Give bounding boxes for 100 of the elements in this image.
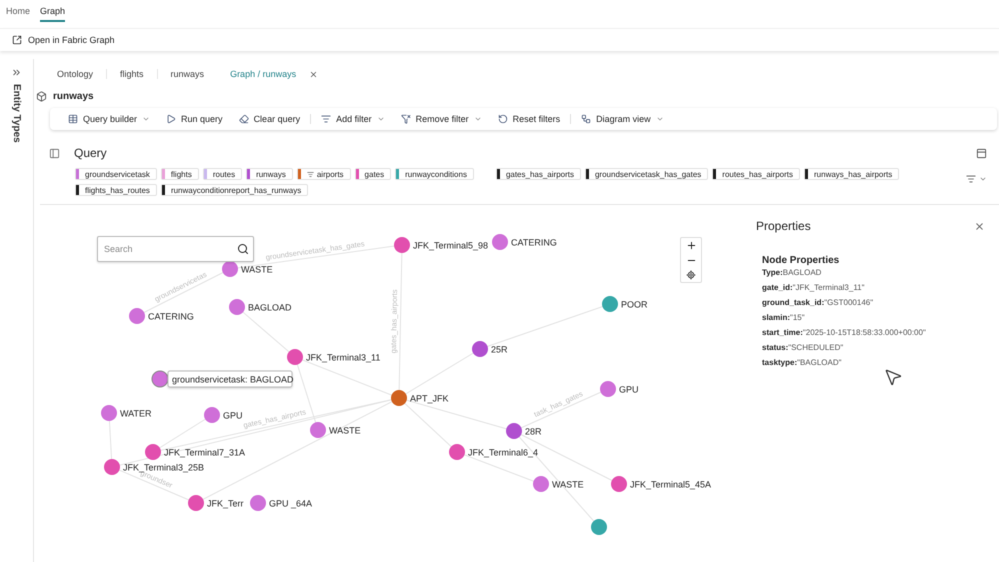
edge-type-chip[interactable]: groundservicetask_has_gates	[584, 168, 708, 180]
graph-node[interactable]	[394, 237, 410, 253]
panel-top-icon[interactable]	[976, 148, 987, 158]
search-field[interactable]: Search	[97, 236, 254, 262]
zoom-in-button[interactable]	[686, 240, 696, 251]
toolbar-button[interactable]: Clear query	[238, 114, 300, 124]
node-label: 25R	[491, 344, 508, 354]
node-label: GPU	[619, 384, 639, 394]
document-tab[interactable]: flights	[107, 69, 158, 79]
node-label: WASTE	[329, 426, 361, 436]
node-type-chip[interactable]: airports	[296, 168, 351, 180]
graph-node[interactable]	[145, 444, 161, 460]
page-title: runways	[53, 91, 94, 102]
section-heading: Node Properties	[762, 255, 840, 266]
graph-node[interactable]	[492, 234, 508, 250]
node-label: APT_JFK	[410, 394, 449, 404]
diagram-icon	[581, 114, 592, 124]
property-field: start_time:"2025-10-15T18:58:33.000+00:00"	[762, 328, 999, 337]
play-icon	[166, 114, 176, 124]
graph-node[interactable]	[101, 405, 117, 421]
document-tab[interactable]: Graph / runways	[217, 69, 310, 79]
toolbar-button[interactable]: Run query	[166, 114, 223, 124]
property-field: slamin:"15"	[762, 313, 999, 322]
table-icon	[68, 114, 78, 124]
filter-icon	[400, 114, 411, 124]
node-type-chip[interactable]: flights	[160, 168, 199, 180]
node-type-chip[interactable]: gates	[354, 168, 392, 180]
node-tooltip: groundservicetask: BAGLOAD	[168, 370, 294, 388]
node-label: JFK_Terminal3_25B	[123, 462, 204, 472]
node-label: 28R	[525, 426, 542, 436]
node-label: JFK_Terminal7_31A	[164, 448, 246, 458]
property-field: Type:BAGLOAD	[762, 268, 999, 277]
filter-icon[interactable]	[966, 174, 976, 184]
document-tab[interactable]: Ontology	[44, 69, 108, 79]
graph-node[interactable]	[506, 423, 522, 439]
toolbar-button[interactable]: Diagram view	[581, 114, 664, 124]
node-type-chip[interactable]: runwayconditions	[395, 168, 474, 180]
color-bar	[805, 169, 808, 179]
graph-node[interactable]	[391, 390, 407, 406]
expand-icon[interactable]	[11, 67, 22, 78]
graph-node[interactable]	[204, 407, 220, 423]
panel-icon[interactable]	[48, 148, 60, 158]
close-icon[interactable]	[974, 220, 985, 232]
graph-node[interactable]	[600, 381, 616, 397]
filter-icon	[321, 114, 332, 124]
close-icon[interactable]	[309, 70, 318, 78]
node-label: CATERING	[511, 238, 557, 248]
graph-node[interactable]	[449, 444, 465, 460]
graph-node[interactable]	[602, 296, 618, 312]
top-tab[interactable]: Home	[6, 6, 30, 22]
caret-icon[interactable]	[979, 175, 987, 183]
target-icon	[686, 270, 696, 280]
graph-node[interactable]	[250, 495, 266, 511]
toolbar-button[interactable]: Add filter	[321, 114, 385, 124]
node-label: JFK_Terr	[207, 498, 244, 508]
edge-type-chip[interactable]: runwayconditionreport_has_runways	[160, 184, 308, 196]
graph-node[interactable]	[287, 349, 303, 365]
edge-type-chip[interactable]: routes_has_airports	[712, 168, 800, 180]
search-icon[interactable]	[237, 243, 249, 255]
node-label: JFK_Terminal6_4	[468, 448, 538, 458]
graph-node[interactable]	[222, 261, 238, 277]
open-graph-button[interactable]: Open in Fabric Graph	[12, 35, 115, 45]
node-type-chip[interactable]: groundservicetask	[75, 168, 157, 180]
graph-node[interactable]	[611, 476, 627, 492]
property-field: gate_id:"JFK_Terminal3_11"	[762, 283, 999, 292]
toolbar-button[interactable]: Remove filter	[400, 114, 482, 124]
edge-type-chip[interactable]: runways_has_airports	[804, 168, 900, 180]
node-type-chip[interactable]: runways	[246, 168, 293, 180]
graph-node[interactable]	[129, 308, 145, 324]
edge-type-chip[interactable]: flights_has_routes	[75, 184, 157, 196]
document-tab[interactable]: runways	[158, 69, 218, 79]
node-label: WASTE	[241, 264, 273, 274]
node-type-chip[interactable]: routes	[202, 168, 242, 180]
toolbar-button[interactable]: Reset filters	[498, 114, 560, 124]
color-bar	[162, 185, 165, 195]
top-tab[interactable]: Graph	[40, 6, 66, 22]
graph-node[interactable]	[310, 422, 326, 438]
color-bar	[496, 169, 500, 179]
graph-node[interactable]	[104, 459, 120, 475]
node-label: JFK_Terminal5_45A	[630, 480, 712, 490]
color-bar	[76, 185, 79, 195]
query-title: Query	[74, 146, 108, 160]
graph-node[interactable]	[152, 370, 168, 388]
toolbar-button[interactable]: Query builder	[68, 114, 150, 124]
node-label: GPU	[223, 410, 243, 420]
properties-title: Properties	[756, 219, 811, 233]
graph-node[interactable]	[188, 495, 204, 511]
node-label: CATERING	[148, 312, 194, 322]
graph-node[interactable]	[229, 299, 245, 315]
graph-node[interactable]	[591, 519, 607, 535]
graph-node[interactable]	[472, 341, 488, 357]
graph-node[interactable]	[533, 476, 549, 492]
color-bar	[713, 169, 716, 179]
cursor-icon	[883, 367, 903, 387]
edge-type-chip[interactable]: gates_has_airports	[496, 168, 581, 180]
property-field: tasktype:"BAGLOAD"	[762, 358, 999, 367]
node-label: WASTE	[552, 480, 584, 490]
node-label: JFK_Terminal3_11	[306, 352, 380, 362]
recenter-button[interactable]	[686, 270, 696, 280]
open-external-icon	[12, 35, 22, 45]
